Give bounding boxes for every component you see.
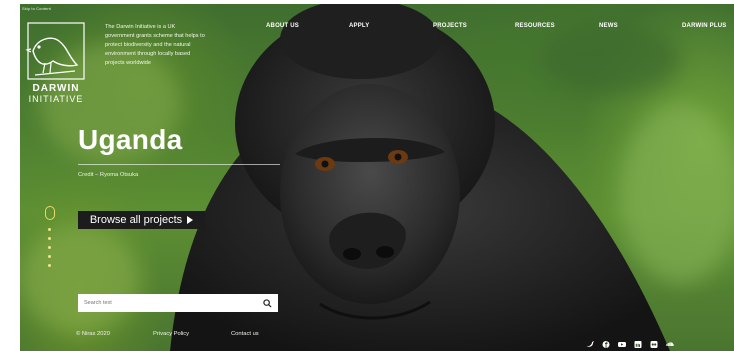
slide-dot[interactable] <box>48 237 51 240</box>
slide-indicator-active[interactable] <box>45 206 55 220</box>
search-input[interactable] <box>84 300 263 306</box>
play-arrow-icon <box>187 216 194 224</box>
nav-darwin-plus[interactable]: DARWIN PLUS <box>682 23 726 29</box>
search-icon[interactable] <box>263 298 272 308</box>
hero-title: Uganda <box>78 124 183 155</box>
social-links <box>586 335 674 348</box>
logo-text-initiative: INITIATIVE <box>28 94 84 104</box>
facebook-icon[interactable] <box>602 335 610 348</box>
slide-dot[interactable] <box>48 255 51 258</box>
nav-projects[interactable]: PROJECTS <box>433 23 467 29</box>
slide-indicator <box>44 206 56 276</box>
linkedin-icon[interactable] <box>634 335 642 348</box>
contact-us-link[interactable]: Contact us <box>231 331 259 337</box>
skip-to-content-link[interactable]: Skip to Content <box>22 6 51 11</box>
logo-text-darwin: DARWIN <box>32 83 80 94</box>
copyright-text: © Niras 2020 <box>76 331 110 337</box>
main-nav: ABOUT US APPLY PROJECTS RESOURCES NEWS D… <box>0 23 734 35</box>
nav-news[interactable]: NEWS <box>599 23 618 29</box>
slide-dot[interactable] <box>48 264 51 267</box>
slide-dot[interactable] <box>48 228 51 231</box>
twitter-icon[interactable] <box>586 335 594 347</box>
slide-dot[interactable] <box>48 246 51 249</box>
nav-resources[interactable]: RESOURCES <box>515 23 555 29</box>
browse-button-label: Browse all projects <box>89 214 183 226</box>
nav-apply[interactable]: APPLY <box>349 23 369 29</box>
privacy-policy-link[interactable]: Privacy Policy <box>153 331 189 337</box>
search-bar <box>78 294 278 312</box>
nav-about-us[interactable]: ABOUT US <box>266 23 299 29</box>
hero-divider <box>78 164 280 165</box>
flickr-icon[interactable] <box>650 335 658 348</box>
browse-all-projects-button[interactable]: Browse all projects <box>78 211 205 229</box>
photo-credit: Credit – Ryoma Otsuka <box>78 172 139 178</box>
soundcloud-icon[interactable] <box>665 335 674 346</box>
youtube-icon[interactable] <box>618 335 626 347</box>
